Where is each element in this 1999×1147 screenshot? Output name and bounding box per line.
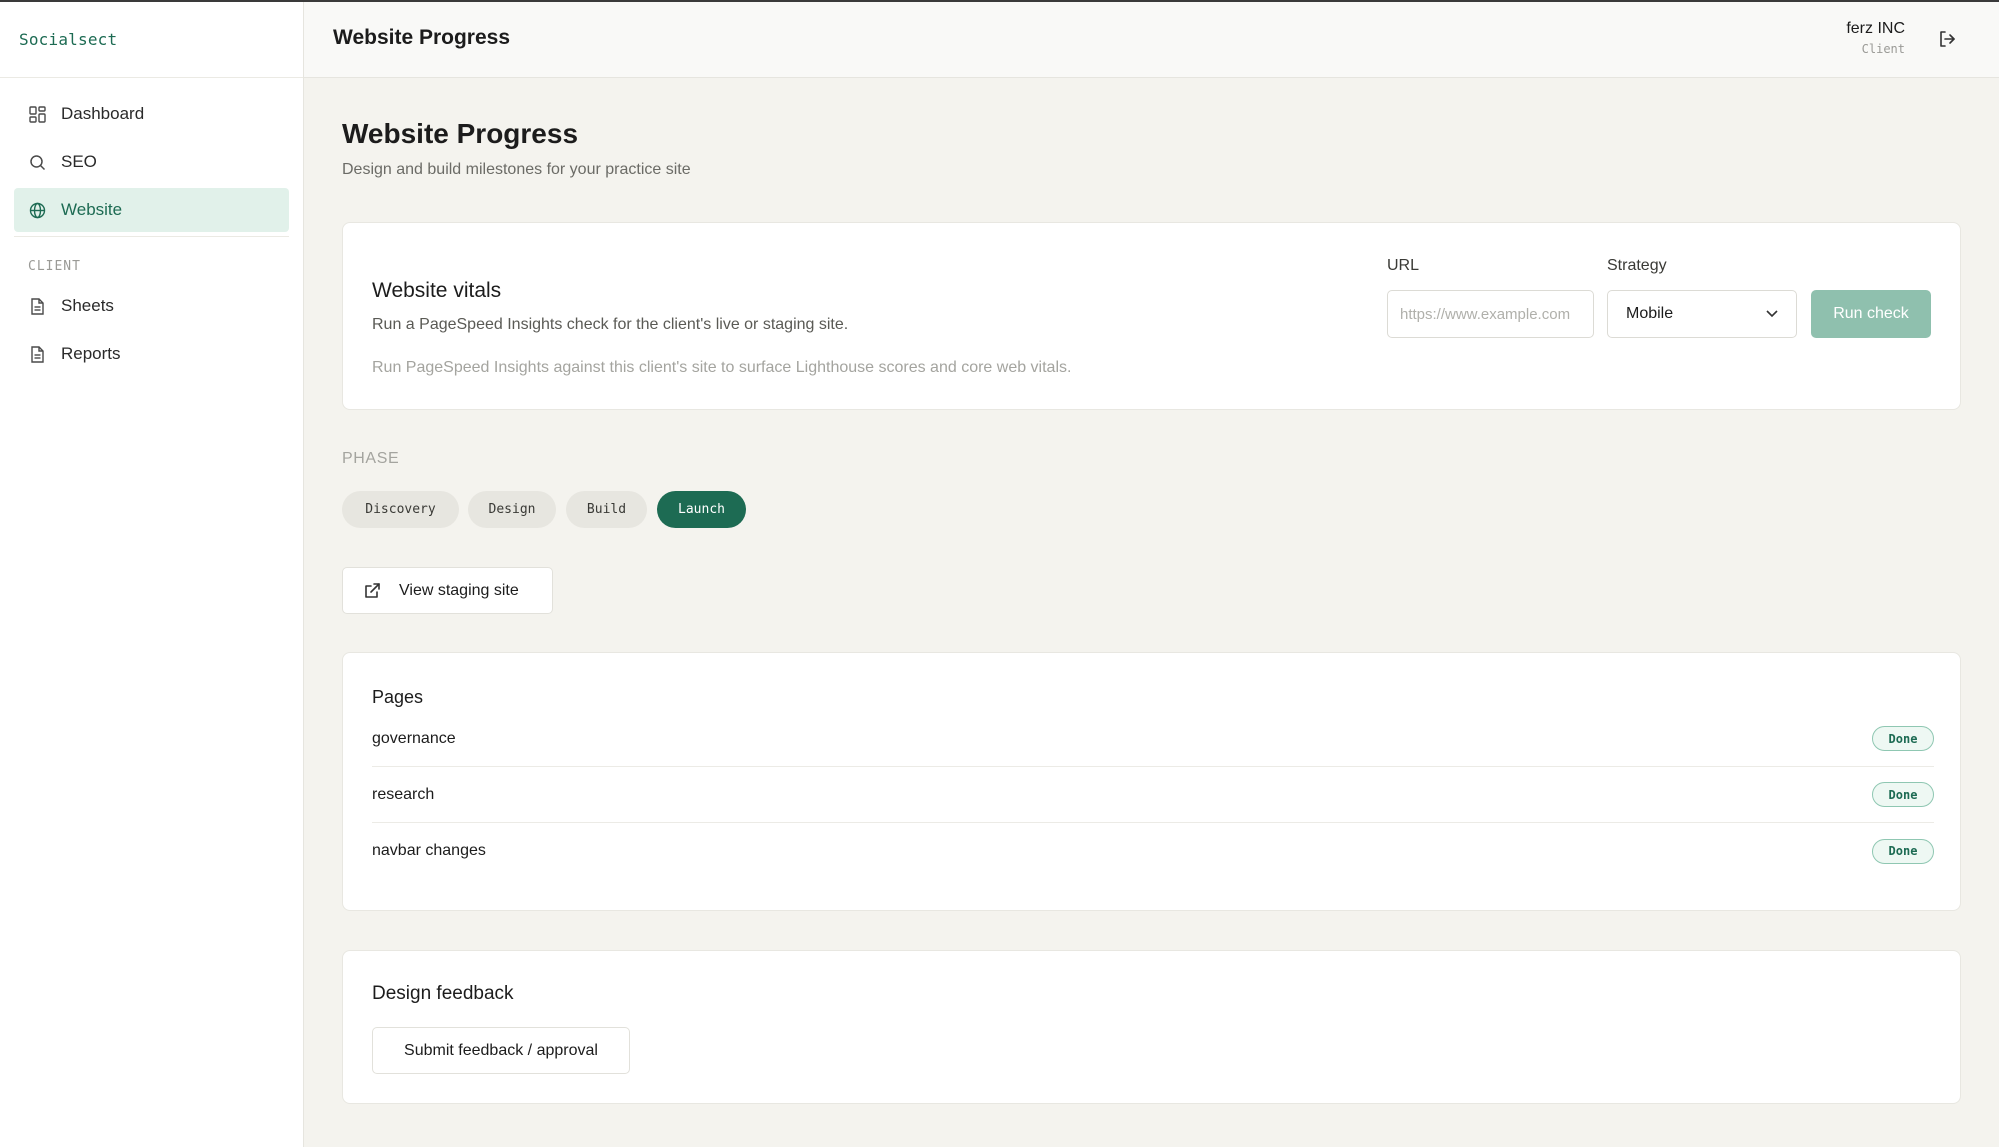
status-badge: Done — [1872, 782, 1934, 807]
sidebar-item-label: Dashboard — [61, 104, 145, 123]
run-check-button[interactable]: Run check — [1811, 290, 1931, 338]
view-staging-site-label: View staging site — [399, 581, 519, 599]
sidebar: Socialsect Dashboard SEO Website CLIENT … — [0, 2, 304, 1147]
sidebar-item-sheets[interactable]: Sheets — [14, 284, 289, 328]
user-role: Client — [1861, 42, 1905, 56]
sidebar-item-label: Website — [61, 200, 123, 219]
sidebar-nav: Dashboard SEO Website CLIENT Sheets Repo… — [0, 78, 303, 376]
strategy-label: Strategy — [1607, 257, 1667, 274]
phase-label: PHASE — [342, 450, 400, 467]
sidebar-item-label: SEO — [61, 152, 97, 171]
status-badge: Done — [1872, 726, 1934, 751]
sidebar-item-label: Sheets — [61, 296, 114, 315]
header-title: Website Progress — [333, 26, 511, 49]
phase-chip-design[interactable]: Design — [468, 491, 556, 528]
external-link-icon — [363, 582, 381, 600]
pages-card: Pages governance Done research Done navb… — [342, 652, 1961, 911]
sidebar-item-dashboard[interactable]: Dashboard — [14, 92, 289, 136]
url-label: URL — [1387, 257, 1420, 274]
document-icon — [28, 297, 46, 315]
page-name: governance — [372, 729, 456, 747]
feedback-title: Design feedback — [372, 983, 514, 1004]
website-vitals-card: Website vitals Run a PageSpeed Insights … — [342, 222, 1961, 410]
url-input[interactable] — [1387, 290, 1594, 338]
logout-icon[interactable] — [1937, 29, 1959, 51]
submit-feedback-button[interactable]: Submit feedback / approval — [372, 1027, 630, 1074]
phase-chip-discovery[interactable]: Discovery — [342, 491, 459, 528]
page-title: Website Progress — [342, 118, 579, 149]
vitals-hint: Run PageSpeed Insights against this clie… — [372, 359, 1072, 376]
vitals-description: Run a PageSpeed Insights check for the c… — [372, 316, 849, 333]
phase-chip-launch[interactable]: Launch — [657, 491, 746, 528]
status-badge: Done — [1872, 838, 1934, 864]
list-item: governance Done — [372, 711, 1934, 767]
phase-chip-build[interactable]: Build — [566, 491, 647, 528]
sidebar-item-label: Reports — [61, 344, 121, 363]
list-item: navbar changes Done — [372, 823, 1934, 879]
sidebar-item-seo[interactable]: SEO — [14, 140, 289, 184]
design-feedback-card: Design feedback Submit feedback / approv… — [342, 950, 1961, 1104]
strategy-select[interactable]: Mobile — [1607, 290, 1797, 338]
sidebar-item-reports[interactable]: Reports — [14, 332, 289, 376]
document-icon — [28, 345, 46, 363]
sidebar-section-label: CLIENT — [28, 259, 81, 274]
dashboard-grid-icon — [28, 105, 46, 123]
page-name: navbar changes — [372, 842, 486, 859]
brand-logo[interactable]: Socialsect — [0, 2, 303, 78]
chevron-down-icon — [1766, 305, 1778, 323]
globe-icon — [28, 201, 46, 219]
sidebar-item-website[interactable]: Website — [14, 188, 289, 232]
search-icon — [28, 153, 46, 171]
user-name: ferz INC — [1846, 20, 1905, 37]
page-subtitle: Design and build milestones for your pra… — [342, 161, 691, 178]
pages-title: Pages — [372, 687, 424, 707]
strategy-value: Mobile — [1626, 305, 1674, 322]
user-info[interactable]: ferz INC Client — [1846, 20, 1905, 56]
top-header: Website Progress ferz INC Client — [304, 2, 1999, 78]
view-staging-site-button[interactable]: View staging site — [342, 567, 553, 614]
list-item: research Done — [372, 767, 1934, 823]
vitals-title: Website vitals — [372, 279, 502, 302]
page-name: research — [372, 785, 435, 803]
